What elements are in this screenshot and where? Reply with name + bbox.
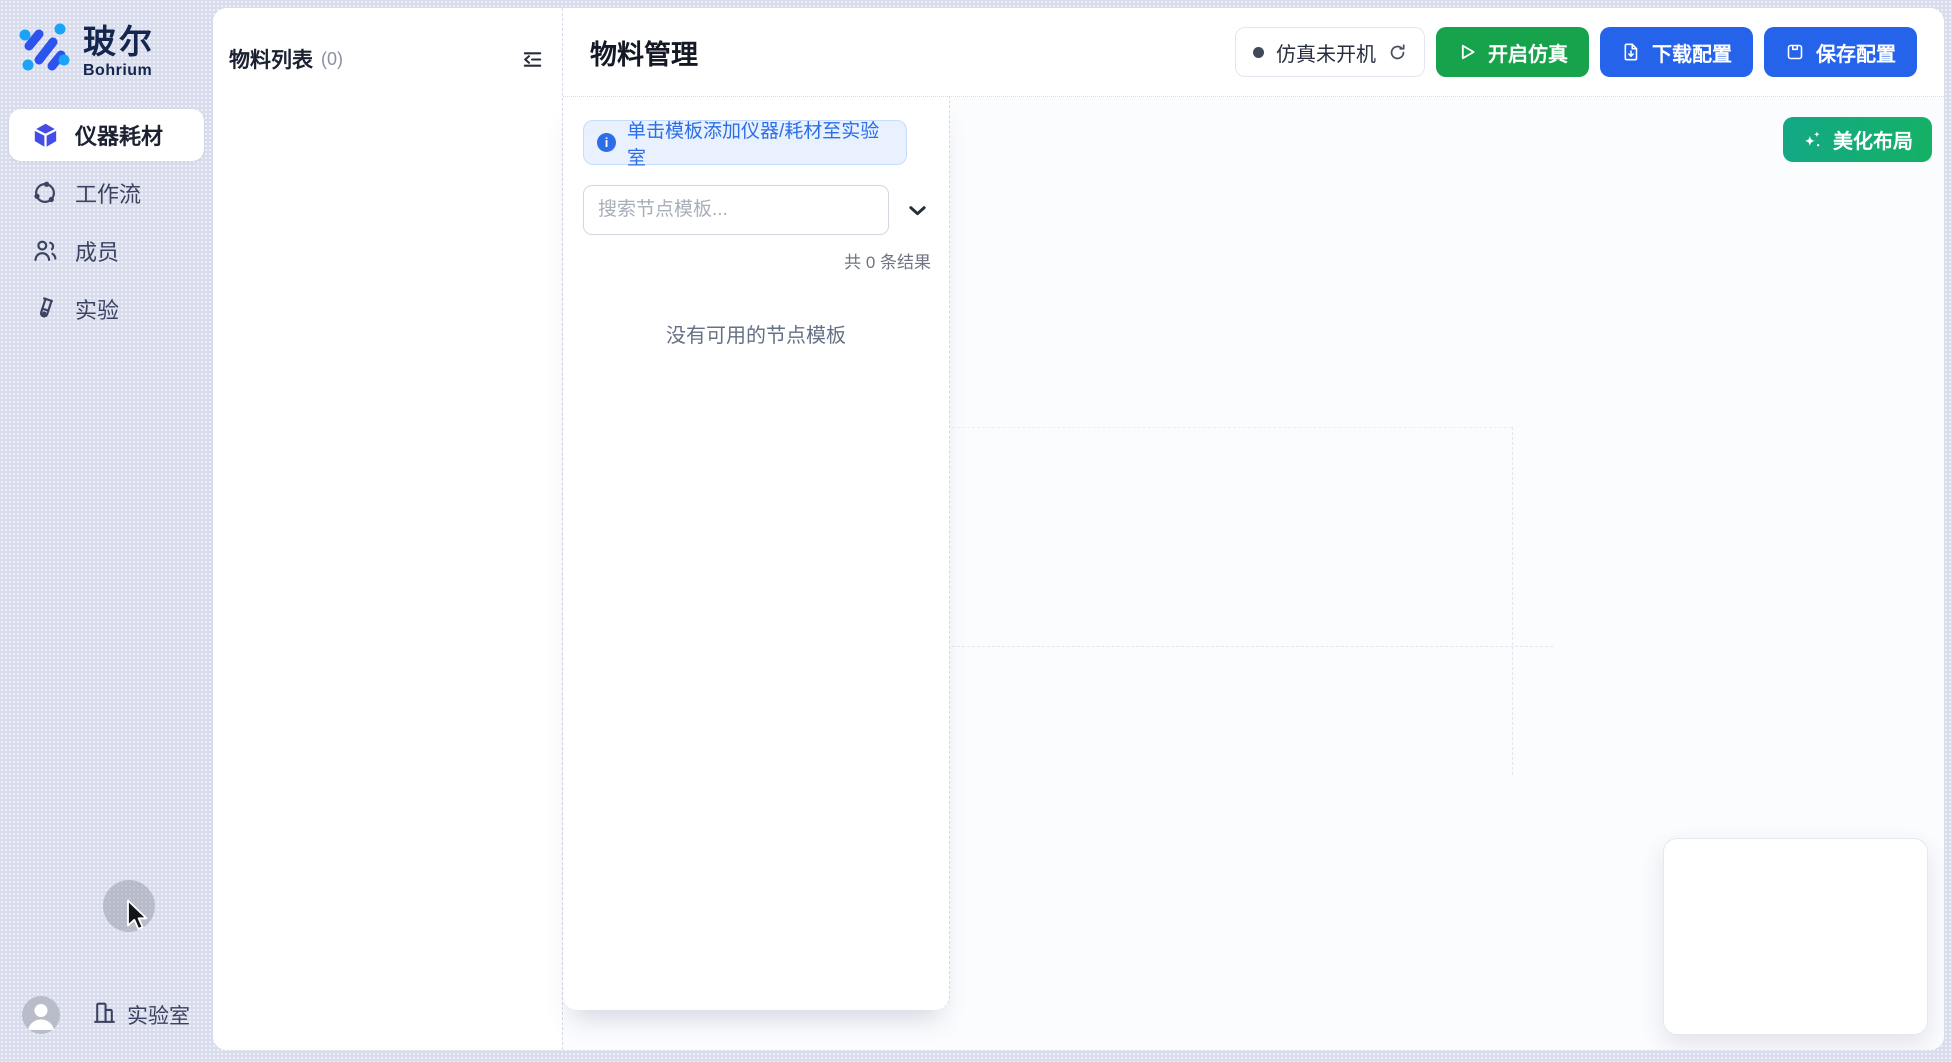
file-download-icon [1621,42,1641,62]
save-config-label: 保存配置 [1816,38,1896,67]
members-icon [31,237,59,265]
sidebar-item-instruments[interactable]: 仪器耗材 [9,109,204,161]
materials-list-panel: 物料列表 (0) [213,8,563,1050]
workflow-icon [31,179,59,207]
page-title: 物料管理 [590,33,698,72]
hint-banner-text: 单击模板添加仪器/耗材至实验室 [627,116,893,170]
materials-list-count: (0) [321,49,343,70]
sidebar-item-workflow[interactable]: 工作流 [9,167,204,219]
save-icon [1785,42,1805,62]
save-config-button[interactable]: 保存配置 [1764,27,1917,77]
flow-canvas[interactable]: i 单击模板添加仪器/耗材至实验室 共 0 条结果 没有可用的节点模板 [563,97,1944,1050]
brand-logo: 玻尔 Bohrium [0,0,213,83]
sidebar-lab-link[interactable]: 实验室 [92,1000,190,1031]
download-config-label: 下载配置 [1652,38,1732,67]
content-area: 物料列表 (0) 物料管理 仿真未开机 [213,8,1944,1050]
sidebar-item-label: 工作流 [75,177,141,209]
canvas-guideline [1512,427,1513,775]
results-count: 共 0 条结果 [563,248,931,273]
sparkles-icon [1802,129,1823,150]
minimap-card[interactable] [1663,838,1928,1035]
simulation-status-pill[interactable]: 仿真未开机 [1235,27,1425,77]
hint-banner: i 单击模板添加仪器/耗材至实验室 [583,120,907,165]
brand-name-en: Bohrium [83,63,155,79]
sidebar-item-label: 成员 [75,235,119,267]
canvas-guideline [952,427,1512,428]
sidebar-footer: 实验室 [0,996,213,1034]
sidebar-item-label: 仪器耗材 [75,119,163,151]
search-input[interactable] [583,185,889,235]
download-config-button[interactable]: 下载配置 [1600,27,1753,77]
bohrium-logo-icon [16,20,72,83]
status-dot-icon [1253,47,1264,58]
mouse-cursor [126,899,152,938]
simulation-status-label: 仿真未开机 [1276,38,1376,67]
play-icon [1457,42,1477,62]
start-simulation-label: 开启仿真 [1488,38,1568,67]
canvas-guideline [952,646,1553,647]
start-simulation-button[interactable]: 开启仿真 [1436,27,1589,77]
node-template-panel: i 单击模板添加仪器/耗材至实验室 共 0 条结果 没有可用的节点模板 [563,97,950,1010]
sidebar-item-members[interactable]: 成员 [9,225,204,277]
cube-icon [31,121,59,149]
sidebar-lab-label: 实验室 [127,1000,190,1030]
building-icon [92,1000,117,1031]
beautify-layout-label: 美化布局 [1833,125,1913,154]
sidebar-item-label: 实验 [75,293,119,325]
brand-name-zh: 玻尔 [83,25,155,58]
main-area: 物料管理 仿真未开机 [563,8,1944,1050]
brand-name: 玻尔 Bohrium [83,25,155,79]
sidebar-nav: 仪器耗材 工作流 成员 [0,109,213,335]
header-actions: 仿真未开机 开启仿真 [1235,27,1917,77]
materials-list-title: 物料列表 [229,44,313,74]
beautify-layout-button[interactable]: 美化布局 [1783,117,1932,162]
chevron-down-icon[interactable] [906,199,929,222]
collapse-panel-icon[interactable] [521,48,544,71]
info-icon: i [597,133,616,152]
experiment-icon [31,295,59,323]
materials-list-header: 物料列表 (0) [213,8,562,74]
refresh-icon[interactable] [1388,43,1407,62]
sidebar: 玻尔 Bohrium 仪器耗材 工作流 [0,0,213,1062]
empty-state-text: 没有可用的节点模板 [563,319,949,348]
template-search-row [583,185,929,235]
avatar[interactable] [22,996,60,1034]
sidebar-item-experiments[interactable]: 实验 [9,283,204,335]
page-header: 物料管理 仿真未开机 [563,8,1944,97]
